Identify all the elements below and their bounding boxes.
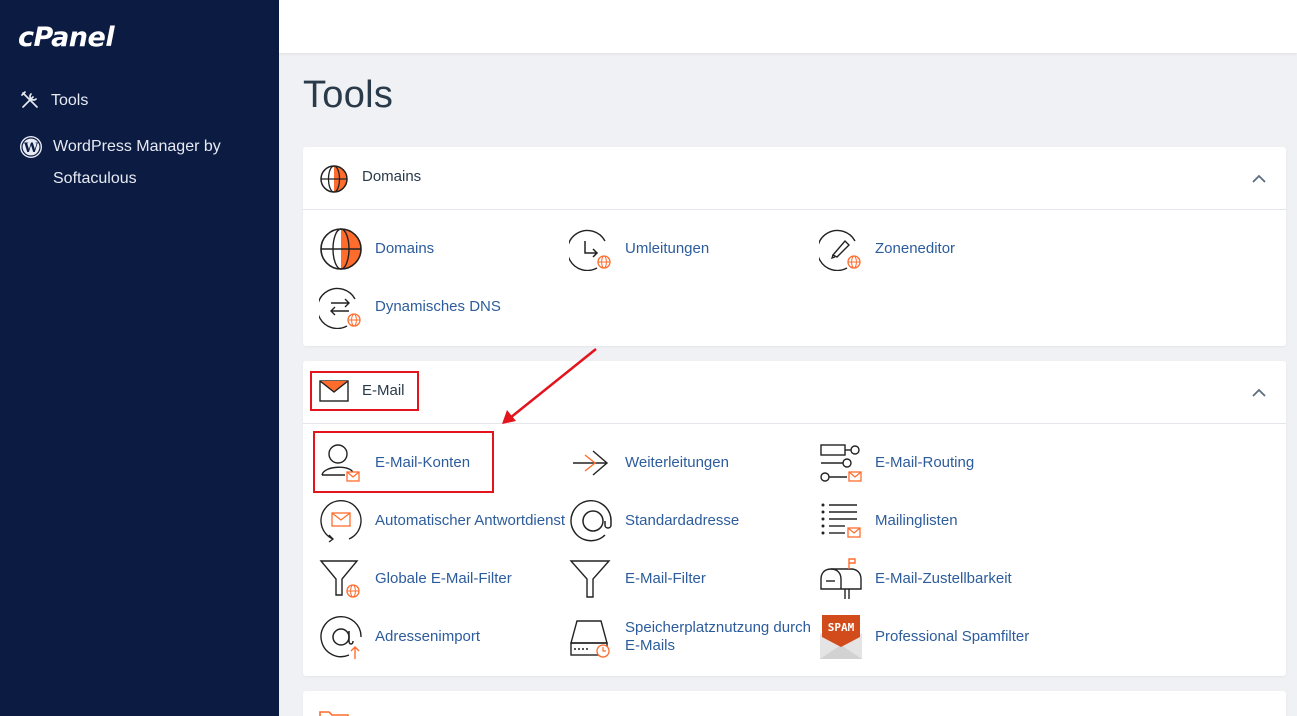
tool-label: Adressenimport [375,628,481,645]
chevron-up-icon[interactable] [1252,174,1266,184]
tool-email-filters[interactable]: E-Mail-Filter [569,557,706,601]
forwarders-icon [573,450,609,476]
tool-label: E-Mail-Filter [625,570,706,587]
svg-text:W: W [23,141,39,156]
tool-label: Globale E-Mail-Filter [375,570,512,587]
sidebar-item-label: WordPress Manager by Softaculous [53,138,221,187]
tool-forwarders[interactable]: Weiterleitungen [569,441,729,485]
autoresponder-icon [320,499,362,543]
spam-icon: SPAM [820,615,862,659]
tool-autoresponder[interactable]: Automatischer Antwortdienst [319,499,565,543]
wordpress-icon: W [20,136,42,158]
zone-editor-icon [819,229,861,271]
email-accounts-icon [321,444,360,482]
address-import-icon [320,616,362,659]
email-routing-icon [820,444,862,482]
next-panel [303,691,1286,716]
tool-redirects[interactable]: Umleitungen [569,227,709,271]
tool-label: E-Mail-Zustellbarkeit [875,570,1012,587]
top-bar [279,0,1297,53]
sidebar-item-label: Tools [51,92,89,109]
section-title: E-Mail [362,382,405,399]
tool-email-deliverability[interactable]: E-Mail-Zustellbarkeit [819,557,1012,601]
sidebar-item-wordpress[interactable]: W WordPress Manager by Softaculous [19,131,259,195]
dynamic-dns-icon [319,287,361,329]
tool-label: Domains [375,240,435,257]
tool-label: Speicherplatznutzung durch E-Mails [625,619,811,654]
tool-label: Weiterleitungen [625,454,729,471]
email-panel: E-Mail E-Mail-Konten Weiterleitungen E-M… [303,361,1286,676]
mailing-list-icon [821,503,861,538]
sidebar-item-tools[interactable]: Tools [19,85,88,117]
spam-badge: SPAM [828,621,855,634]
domains-panel-header[interactable]: Domains [303,147,1286,210]
globe-icon [320,165,348,193]
section-title: Domains [362,168,422,185]
tool-label: Umleitungen [625,240,710,257]
disk-usage-icon [570,620,610,658]
tool-zone-editor[interactable]: Zoneneditor [819,227,955,271]
tool-label: Zoneneditor [875,240,956,257]
global-filter-icon [319,560,360,598]
email-panel-header[interactable]: E-Mail [303,361,1286,424]
tool-label: Professional Spamfilter [875,628,1030,645]
globe-icon [320,228,362,270]
sidebar: cPanel Tools W WordPress Manager by Soft… [0,0,279,716]
tool-global-email-filters[interactable]: Globale E-Mail-Filter [319,557,512,601]
tool-domains[interactable]: Domains [319,227,434,271]
tool-email-accounts[interactable]: E-Mail-Konten [319,441,470,485]
tool-mailing-lists[interactable]: Mailinglisten [819,499,958,543]
tools-icon [21,91,38,108]
mailbox-icon [820,558,862,599]
envelope-icon [319,380,349,402]
tool-dynamic-dns[interactable]: Dynamisches DNS [319,285,501,329]
chevron-up-icon[interactable] [1252,388,1266,398]
tool-label: Automatischer Antwortdienst [375,512,566,529]
tool-professional-spamfilter[interactable]: SPAM Professional Spamfilter [819,615,1029,659]
tool-default-address[interactable]: Standardadresse [569,499,739,543]
tool-label: E-Mail-Konten [375,454,471,471]
cpanel-logo[interactable]: cPanel [18,22,115,53]
tool-email-routing[interactable]: E-Mail-Routing [819,441,974,485]
page-title: Tools [303,74,394,116]
tool-email-disk-usage[interactable]: Speicherplatznutzung durch E-Mails [569,615,815,659]
tool-address-import[interactable]: Adressenimport [319,615,480,659]
tool-label: Mailinglisten [875,512,958,529]
filter-icon [569,560,611,598]
folder-icon [319,711,349,716]
domains-panel: Domains Domains Umleitungen Zoneneditor … [303,147,1286,346]
at-sign-icon [570,500,612,542]
tool-label: Dynamisches DNS [375,298,501,315]
tool-label: E-Mail-Routing [875,454,975,471]
tool-label: Standardadresse [625,512,740,529]
redirect-icon [569,229,611,271]
